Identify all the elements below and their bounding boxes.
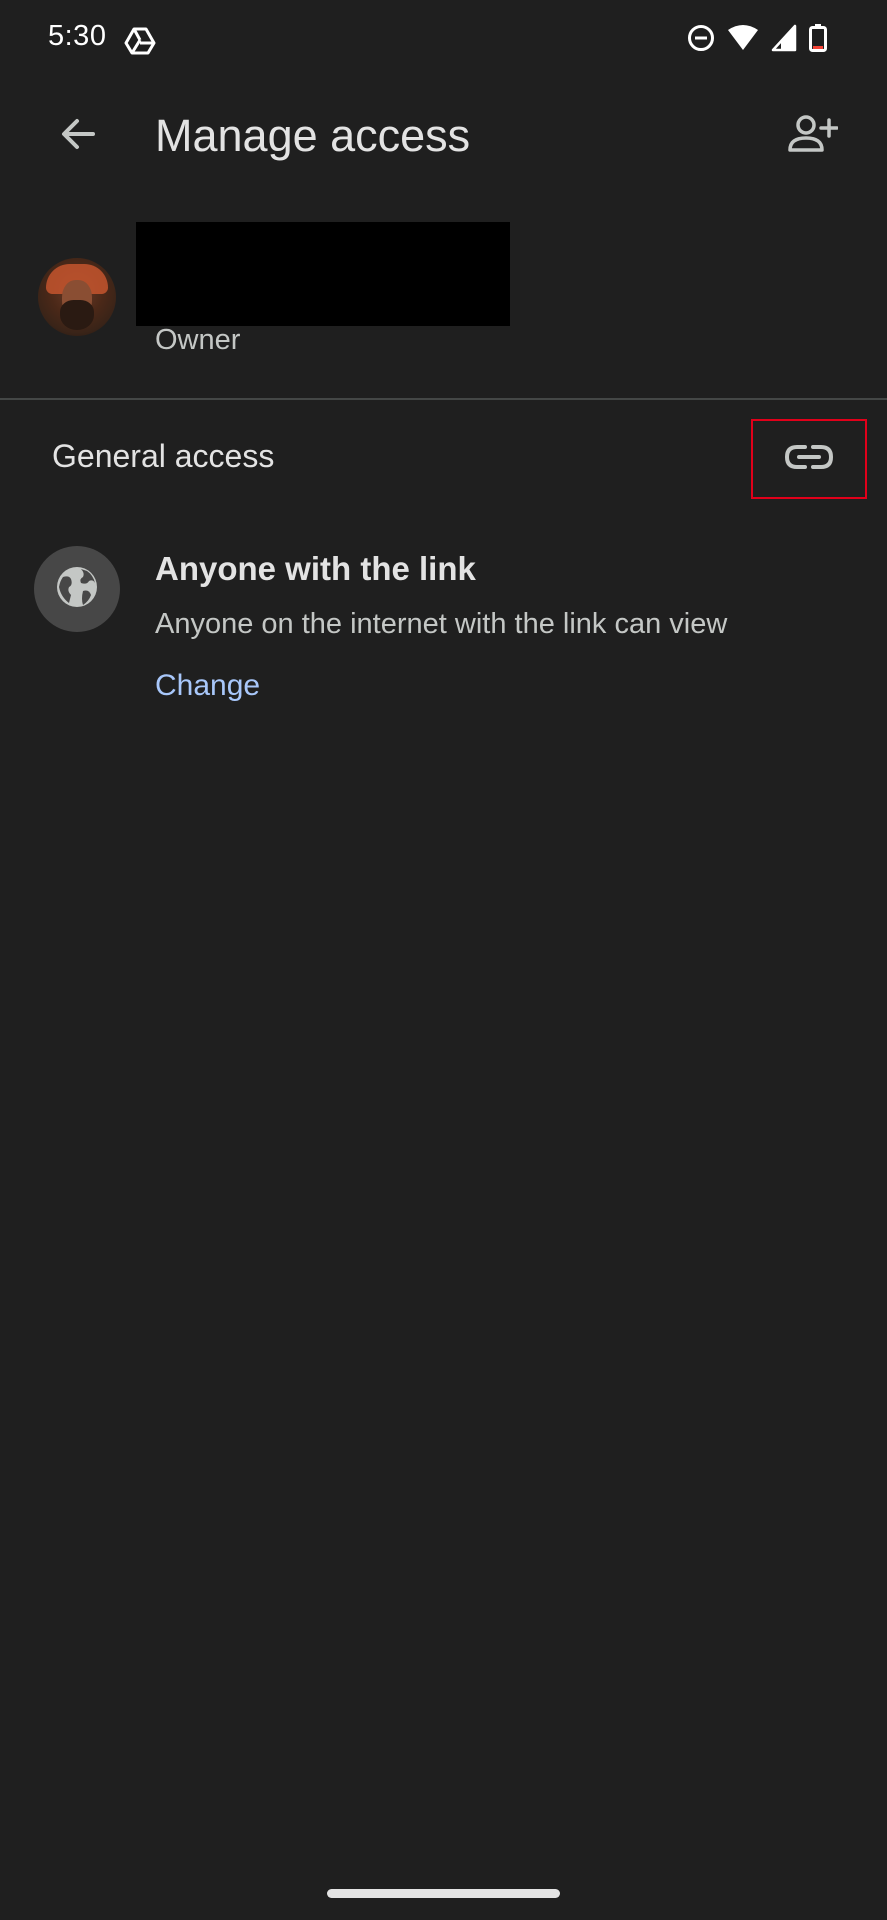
- status-icons: [687, 24, 827, 52]
- do-not-disturb-icon: [687, 24, 715, 52]
- signal-icon: [771, 24, 797, 52]
- status-bar: 5:30: [0, 0, 887, 82]
- avatar: [38, 258, 116, 336]
- status-time: 5:30: [48, 20, 107, 52]
- gesture-navigation-handle[interactable]: [327, 1889, 560, 1898]
- change-link[interactable]: Change: [155, 669, 260, 703]
- general-access-setting[interactable]: Anyone with the link Anyone on the inter…: [0, 540, 887, 720]
- owner-row: Owner: [0, 210, 887, 390]
- person-add-icon: [788, 114, 839, 159]
- app-bar: Manage access: [0, 82, 887, 190]
- owner-role: Owner: [155, 324, 241, 356]
- link-icon: [784, 443, 834, 476]
- access-title: Anyone with the link: [155, 550, 476, 587]
- arrow-back-icon: [59, 115, 97, 158]
- page-title: Manage access: [155, 110, 471, 161]
- divider: [0, 398, 887, 400]
- redacted-name: [136, 222, 510, 326]
- general-access-header: General access: [52, 438, 275, 474]
- copy-link-button[interactable]: [751, 419, 867, 499]
- google-drive-icon: [124, 25, 156, 57]
- battery-icon: [809, 24, 827, 52]
- globe-icon: [55, 565, 99, 614]
- add-person-button[interactable]: [775, 102, 851, 170]
- back-button[interactable]: [40, 102, 116, 170]
- globe-icon-container: [34, 546, 120, 632]
- wifi-icon: [727, 24, 759, 52]
- access-description: Anyone on the internet with the link can…: [155, 608, 728, 640]
